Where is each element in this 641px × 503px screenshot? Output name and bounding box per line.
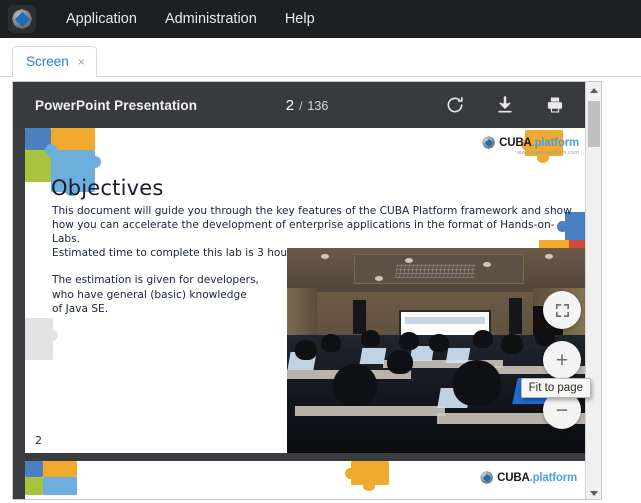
zoom-in-button[interactable]: + (543, 341, 581, 379)
pdf-toolbar: PowerPoint Presentation 2 / 136 (13, 82, 601, 128)
cuba-brand-top: CUBA .platform www.cuba-platform.com (482, 136, 579, 156)
menu-item-help[interactable]: Help (271, 0, 329, 38)
current-page-number: 2 (285, 96, 295, 114)
tab-close-icon[interactable]: × (78, 56, 85, 68)
page-indicator: 2 / 136 (286, 97, 329, 114)
app-menu-bar: Application Administration Help (0, 0, 641, 38)
menu-item-application[interactable]: Application (52, 0, 151, 38)
scroll-down-arrow-icon[interactable] (586, 485, 601, 499)
pdf-page-area[interactable]: CUBA .platform www.cuba-platform.com Obj… (13, 128, 601, 499)
fit-to-page-tooltip: Fit to page (520, 378, 591, 398)
pdf-viewer: PowerPoint Presentation 2 / 136 CUBA .pl… (12, 81, 602, 500)
document-title: PowerPoint Presentation (35, 97, 198, 113)
tab-strip: Screen × (0, 38, 641, 77)
slide-paragraph-2: Estimated time to complete this lab is 3… (52, 247, 301, 259)
zoom-out-label: − (555, 398, 569, 422)
tab-screen-label: Screen (26, 54, 69, 69)
scroll-up-arrow-icon[interactable] (586, 82, 601, 98)
scrollbar-thumb[interactable] (588, 101, 600, 147)
total-page-count: 136 (307, 98, 329, 113)
puzzle-decor-next-mid (345, 461, 401, 491)
cuba-logo-icon[interactable] (8, 5, 36, 33)
cuba-mark-icon-bottom (480, 471, 494, 484)
cuba-brand-bottom-word1: CUBA (497, 471, 530, 484)
page-separator: / (299, 98, 303, 113)
menu-item-administration[interactable]: Administration (151, 0, 271, 38)
download-icon[interactable] (495, 95, 515, 115)
viewer-container: PowerPoint Presentation 2 / 136 CUBA .pl… (0, 77, 641, 503)
puzzle-decor-left-gray (25, 318, 59, 366)
zoom-in-label: + (555, 348, 569, 372)
cuba-brand-bottom-word2: .platform (529, 471, 578, 484)
fit-to-page-button[interactable] (543, 291, 581, 329)
toolbar-actions (445, 95, 565, 115)
slide-page-3-preview: CUBA .platform (25, 461, 591, 499)
slide-page-number: 2 (35, 434, 42, 447)
cuba-brand-bottom: CUBA .platform (480, 471, 577, 484)
rotate-icon[interactable] (445, 95, 465, 115)
slide-paragraph-3: The estimation is given for developers, … (52, 274, 259, 315)
slide-page-2: CUBA .platform www.cuba-platform.com Obj… (25, 128, 591, 453)
slide-title: Objectives (51, 176, 164, 200)
zoom-controls: + − (543, 291, 581, 429)
viewer-scrollbar[interactable] (585, 82, 601, 499)
puzzle-decor-next-left (25, 461, 89, 495)
tab-screen[interactable]: Screen × (12, 46, 97, 77)
cuba-mark-icon (482, 136, 496, 149)
cuba-brand-word1: CUBA (499, 136, 532, 149)
cuba-brand-url: www.cuba-platform.com (517, 150, 579, 156)
cuba-brand-word2: .platform (531, 136, 580, 149)
slide-paragraph-1: This document will guide you through the… (52, 205, 572, 245)
print-icon[interactable] (545, 95, 565, 115)
